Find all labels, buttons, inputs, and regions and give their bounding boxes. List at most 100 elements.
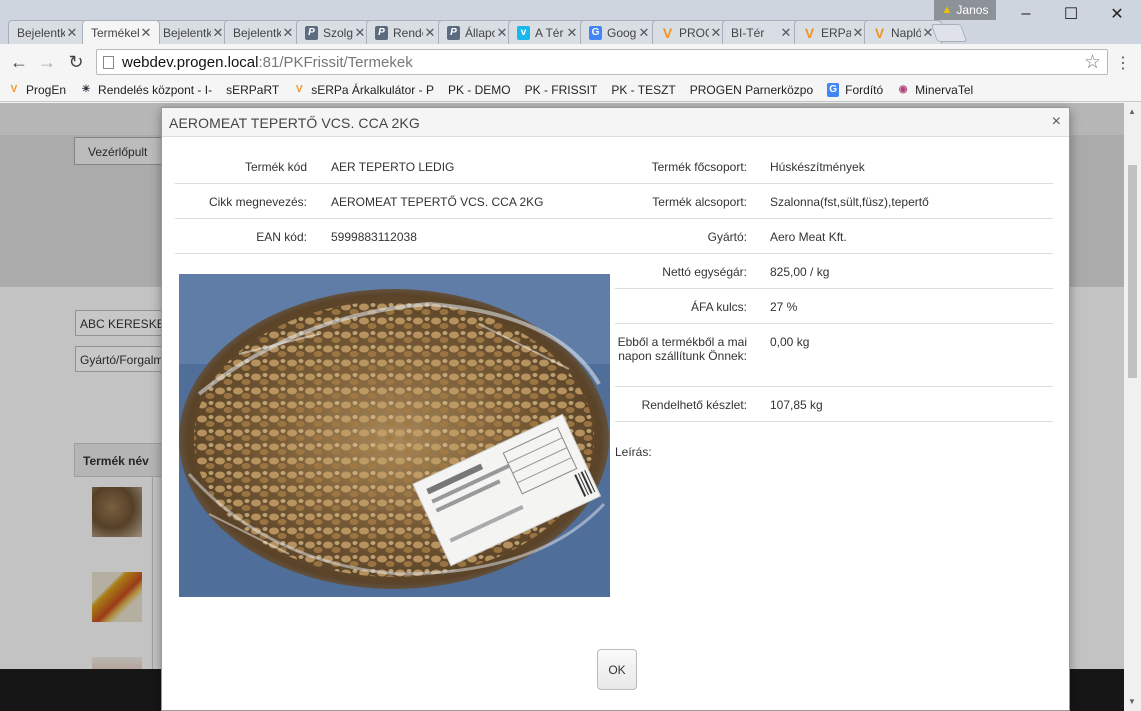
close-tab-icon[interactable]: ✕ — [211, 25, 225, 41]
bookmark-item[interactable]: PK - TESZT — [0, 82, 676, 195]
delivered-today-label: Ebből a termékből a mai napon szállítunk… — [617, 335, 747, 363]
close-window-button[interactable]: ✕ — [1097, 4, 1137, 24]
minimize-button[interactable]: – — [1006, 4, 1046, 24]
bookmark-item[interactable]: sERPaRT — [0, 82, 280, 195]
product-code-label: Termék kód — [244, 160, 307, 174]
serpa-icon: V — [662, 24, 673, 41]
tab-title: Bejelentkezés — [17, 25, 65, 40]
net-unit-price-value: 825,00 / kg — [770, 265, 830, 279]
detail-row: Gyártó: Aero Meat Kft. — [615, 219, 1053, 254]
close-tab-icon[interactable]: ✕ — [281, 25, 295, 41]
main-group-label: Termék főcsoport: — [651, 160, 747, 174]
bookmark-label: sERPa Árkalkulátor - P — [311, 82, 434, 97]
bookmark-label: MinervaTel — [915, 82, 974, 97]
close-tab-icon[interactable]: ✕ — [65, 25, 79, 41]
tab-title: Szolgáltatás — [323, 25, 353, 40]
bookmark-item[interactable]: PK - FRISSIT — [0, 82, 598, 195]
close-tab-icon[interactable]: ✕ — [353, 25, 367, 41]
browser-toolbar: ← → ↻ webdev.progen.local :81/PKFrissit/… — [0, 44, 1141, 78]
main-group-value: Húskészítmények — [770, 160, 865, 174]
browser-tab[interactable]: P Szolgáltatás✕ — [296, 20, 374, 44]
scrollbar-thumb[interactable] — [1128, 165, 1137, 378]
bookmark-label: PK - DEMO — [447, 82, 511, 97]
browser-tab[interactable]: Bejelentkezés✕ — [8, 20, 86, 44]
bookmark-item[interactable]: ◉ MinervaTel — [897, 83, 973, 97]
bookmark-label: PROGEN Parnerközpo — [689, 82, 814, 97]
available-stock-label: Rendelhető készlet: — [641, 398, 747, 412]
tab-title: Bejelentkezés — [163, 25, 211, 40]
browser-tab[interactable]: BI-Tér ✕ — [722, 20, 800, 44]
ean-code-label: EAN kód: — [256, 230, 307, 244]
close-icon[interactable]: × — [1052, 113, 1061, 131]
close-tab-icon[interactable]: ✕ — [565, 25, 579, 41]
profile-name: Janos — [956, 3, 989, 17]
new-tab-button[interactable] — [930, 24, 968, 42]
detail-row: ÁFA kulcs: 27 % — [615, 289, 1053, 324]
browser-tab[interactable]: G Google Fordító✕ — [580, 20, 658, 44]
bookmark-label: PK - TESZT — [611, 82, 676, 97]
url-host: webdev.progen.local — [122, 53, 259, 71]
address-bar[interactable]: webdev.progen.local :81/PKFrissit/Termek… — [96, 49, 1108, 75]
detail-row: Termék alcsoport: Szalonna(fst,sült,füsz… — [615, 184, 1053, 219]
sub-group-label: Termék alcsoport: — [652, 195, 747, 209]
browser-tab[interactable]: Bejelentkezés✕ — [224, 20, 302, 44]
google-translate-icon: G — [827, 82, 840, 97]
browser-tab[interactable]: V PROGEN✕ — [652, 20, 730, 44]
ok-button[interactable]: OK — [597, 649, 637, 690]
tab-title: Google Fordító — [607, 25, 637, 40]
progen-icon: P — [447, 25, 460, 40]
bookmark-item[interactable]: ☀ Rendelés központ - I- — [80, 83, 213, 97]
tab-title: A Tér — [535, 25, 564, 40]
browser-menu-icon[interactable]: ⋮ — [1115, 53, 1131, 73]
close-tab-icon[interactable]: ✕ — [139, 25, 153, 41]
back-button[interactable]: ← — [8, 51, 30, 73]
forward-button[interactable]: → — [36, 51, 58, 73]
bookmark-item[interactable]: PROGEN Parnerközpo — [0, 82, 814, 195]
browser-tab[interactable]: P Állapot✕ — [438, 20, 516, 44]
browser-tab[interactable]: P Rendelés✕ — [366, 20, 444, 44]
tab-title: Bejelentkezés — [233, 25, 281, 40]
serpa-icon: V — [295, 84, 303, 95]
browser-tab[interactable]: Termékek ✕ — [82, 20, 160, 44]
close-tab-icon[interactable]: ✕ — [709, 25, 723, 41]
available-stock-value: 107,85 kg — [770, 398, 823, 412]
tab-title: Állapot — [465, 25, 495, 40]
dialog-header: AEROMEAT TEPERTŐ VCS. CCA 2KG × — [162, 108, 1069, 137]
detail-row: Termék főcsoport: Húskészítmények — [615, 149, 1053, 184]
sub-group-value: Szalonna(fst,sült,füsz),tepertő — [770, 195, 929, 209]
serpa-icon: V — [10, 84, 18, 95]
bookmark-item[interactable]: PK - DEMO — [0, 82, 511, 195]
maximize-button[interactable]: ☐ — [1051, 4, 1091, 24]
page-scrollbar[interactable]: ▲ ▼ — [1124, 103, 1141, 711]
browser-tab[interactable]: Bejelentkezés✕ — [154, 20, 232, 44]
profile-button[interactable]: ▲ Janos — [934, 0, 996, 20]
bookmark-item[interactable]: G Fordító — [827, 82, 883, 97]
item-name-value: AEROMEAT TEPERTŐ VCS. CCA 2KG — [331, 195, 544, 209]
browser-tab[interactable]: v A Tér ✕ — [508, 20, 586, 44]
close-tab-icon[interactable]: ✕ — [637, 25, 651, 41]
close-tab-icon[interactable]: ✕ — [851, 25, 865, 41]
manufacturer-value: Aero Meat Kft. — [770, 230, 847, 244]
shield-icon: ☀ — [81, 84, 91, 95]
reload-button[interactable]: ↻ — [65, 51, 87, 73]
tab-title: Termékek — [91, 25, 139, 40]
vimeo-icon: v — [517, 25, 530, 40]
bookmark-item[interactable]: V ProgEn — [8, 83, 66, 97]
item-name-label: Cikk megnevezés: — [208, 195, 307, 209]
tab-strip: ▲ Janos – ☐ ✕ Bejelentkezés✕Termékek✕Bej… — [0, 0, 1141, 44]
serpa-icon: V — [804, 24, 815, 41]
close-tab-icon[interactable]: ✕ — [495, 25, 509, 41]
detail-row: Termék kód AER TEPERTO LEDIG — [175, 149, 615, 184]
bookmark-label: ProgEn — [26, 82, 67, 97]
bookmark-item[interactable]: VsERPa Árkalkulátor - P — [293, 83, 434, 97]
browser-tab[interactable]: V Napló ✕ — [864, 20, 942, 44]
browser-tab[interactable]: V ERPa ✕ — [794, 20, 872, 44]
manufacturer-label: Gyártó: — [707, 230, 747, 244]
close-tab-icon[interactable]: ✕ — [423, 25, 437, 41]
bookmark-label: sERPaRT — [226, 82, 280, 97]
vat-rate-value: 27 % — [770, 300, 798, 314]
close-tab-icon[interactable]: ✕ — [779, 25, 793, 41]
tab-title: PROGEN — [679, 25, 709, 40]
bookmark-star-icon[interactable]: ☆ — [1084, 51, 1101, 74]
bookmark-label: PK - FRISSIT — [524, 82, 598, 97]
